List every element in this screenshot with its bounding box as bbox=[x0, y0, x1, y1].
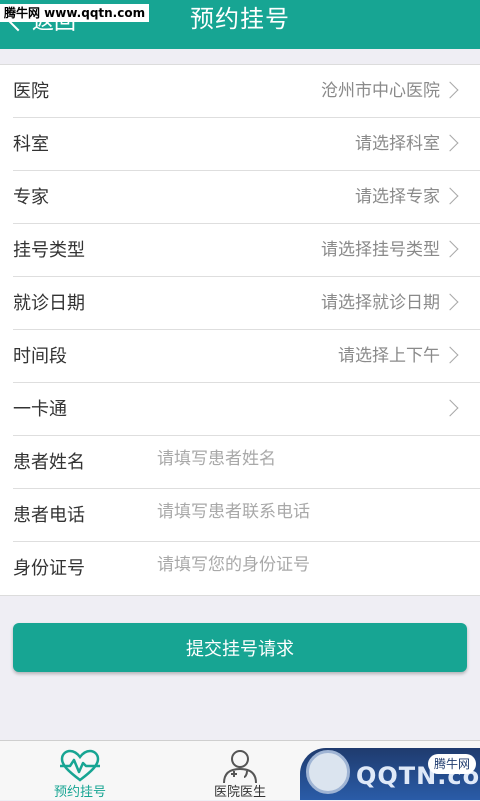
row-value: 请选择就诊日期 bbox=[321, 293, 440, 313]
brand-tag: 腾牛网 bbox=[428, 754, 476, 774]
row-id-number: 身份证号 bbox=[13, 542, 480, 595]
row-patient-phone: 患者电话 bbox=[13, 489, 480, 542]
chevron-right-icon bbox=[441, 134, 459, 152]
patient-name-input[interactable] bbox=[157, 444, 457, 474]
row-value: 请选择科室 bbox=[355, 134, 440, 154]
doctor-icon bbox=[223, 750, 257, 783]
row-value: 请选择专家 bbox=[355, 187, 440, 207]
chevron-right-icon bbox=[441, 399, 459, 417]
row-label: 医院 bbox=[13, 81, 49, 102]
submit-registration-button[interactable]: 提交挂号请求 bbox=[13, 623, 467, 672]
tab-hospital-doctors[interactable]: 医院医生 bbox=[160, 741, 320, 801]
row-value: 请选择挂号类型 bbox=[321, 240, 440, 260]
id-number-input[interactable] bbox=[157, 550, 457, 580]
row-visit-date[interactable]: 就诊日期 请选择就诊日期 bbox=[13, 277, 480, 330]
row-label: 时间段 bbox=[13, 346, 67, 367]
row-time-slot[interactable]: 时间段 请选择上下午 bbox=[13, 330, 480, 383]
row-label: 身份证号 bbox=[13, 558, 85, 579]
tab-appointment[interactable]: 预约挂号 bbox=[0, 741, 160, 801]
row-label: 患者电话 bbox=[13, 505, 85, 526]
page-title: 预约挂号 bbox=[190, 5, 290, 33]
chevron-right-icon bbox=[441, 81, 459, 99]
row-label: 挂号类型 bbox=[13, 240, 85, 261]
brand-logo-icon bbox=[306, 750, 350, 794]
row-label: 科室 bbox=[13, 134, 49, 155]
row-value: 沧州市中心医院 bbox=[321, 81, 440, 101]
row-patient-name: 患者姓名 bbox=[13, 436, 480, 489]
row-card[interactable]: 一卡通 bbox=[13, 383, 480, 436]
row-value: 请选择上下午 bbox=[338, 346, 440, 366]
row-label: 一卡通 bbox=[13, 399, 67, 420]
row-label: 就诊日期 bbox=[13, 293, 85, 314]
row-registration-type[interactable]: 挂号类型 请选择挂号类型 bbox=[13, 224, 480, 277]
chevron-right-icon bbox=[441, 293, 459, 311]
brand-overlay: QQTN.com 腾牛网 bbox=[300, 748, 480, 800]
app-header: 返回 腾牛网 www.qqtn.com 预约挂号 bbox=[0, 0, 480, 49]
chevron-right-icon bbox=[441, 187, 459, 205]
tab-label: 医院医生 bbox=[213, 785, 266, 800]
row-label: 患者姓名 bbox=[13, 452, 85, 473]
row-department[interactable]: 科室 请选择科室 bbox=[13, 118, 480, 171]
row-label: 专家 bbox=[13, 187, 49, 208]
chevron-right-icon bbox=[441, 240, 459, 258]
chevron-right-icon bbox=[441, 346, 459, 364]
heartbeat-icon bbox=[60, 749, 100, 782]
row-expert[interactable]: 专家 请选择专家 bbox=[13, 171, 480, 224]
tab-label: 预约挂号 bbox=[53, 785, 106, 800]
appointment-form: 医院 沧州市中心医院 科室 请选择科室 专家 请选择专家 挂号类型 请选择挂号类… bbox=[0, 64, 480, 596]
patient-phone-input[interactable] bbox=[157, 497, 457, 527]
row-hospital[interactable]: 医院 沧州市中心医院 bbox=[13, 65, 480, 118]
